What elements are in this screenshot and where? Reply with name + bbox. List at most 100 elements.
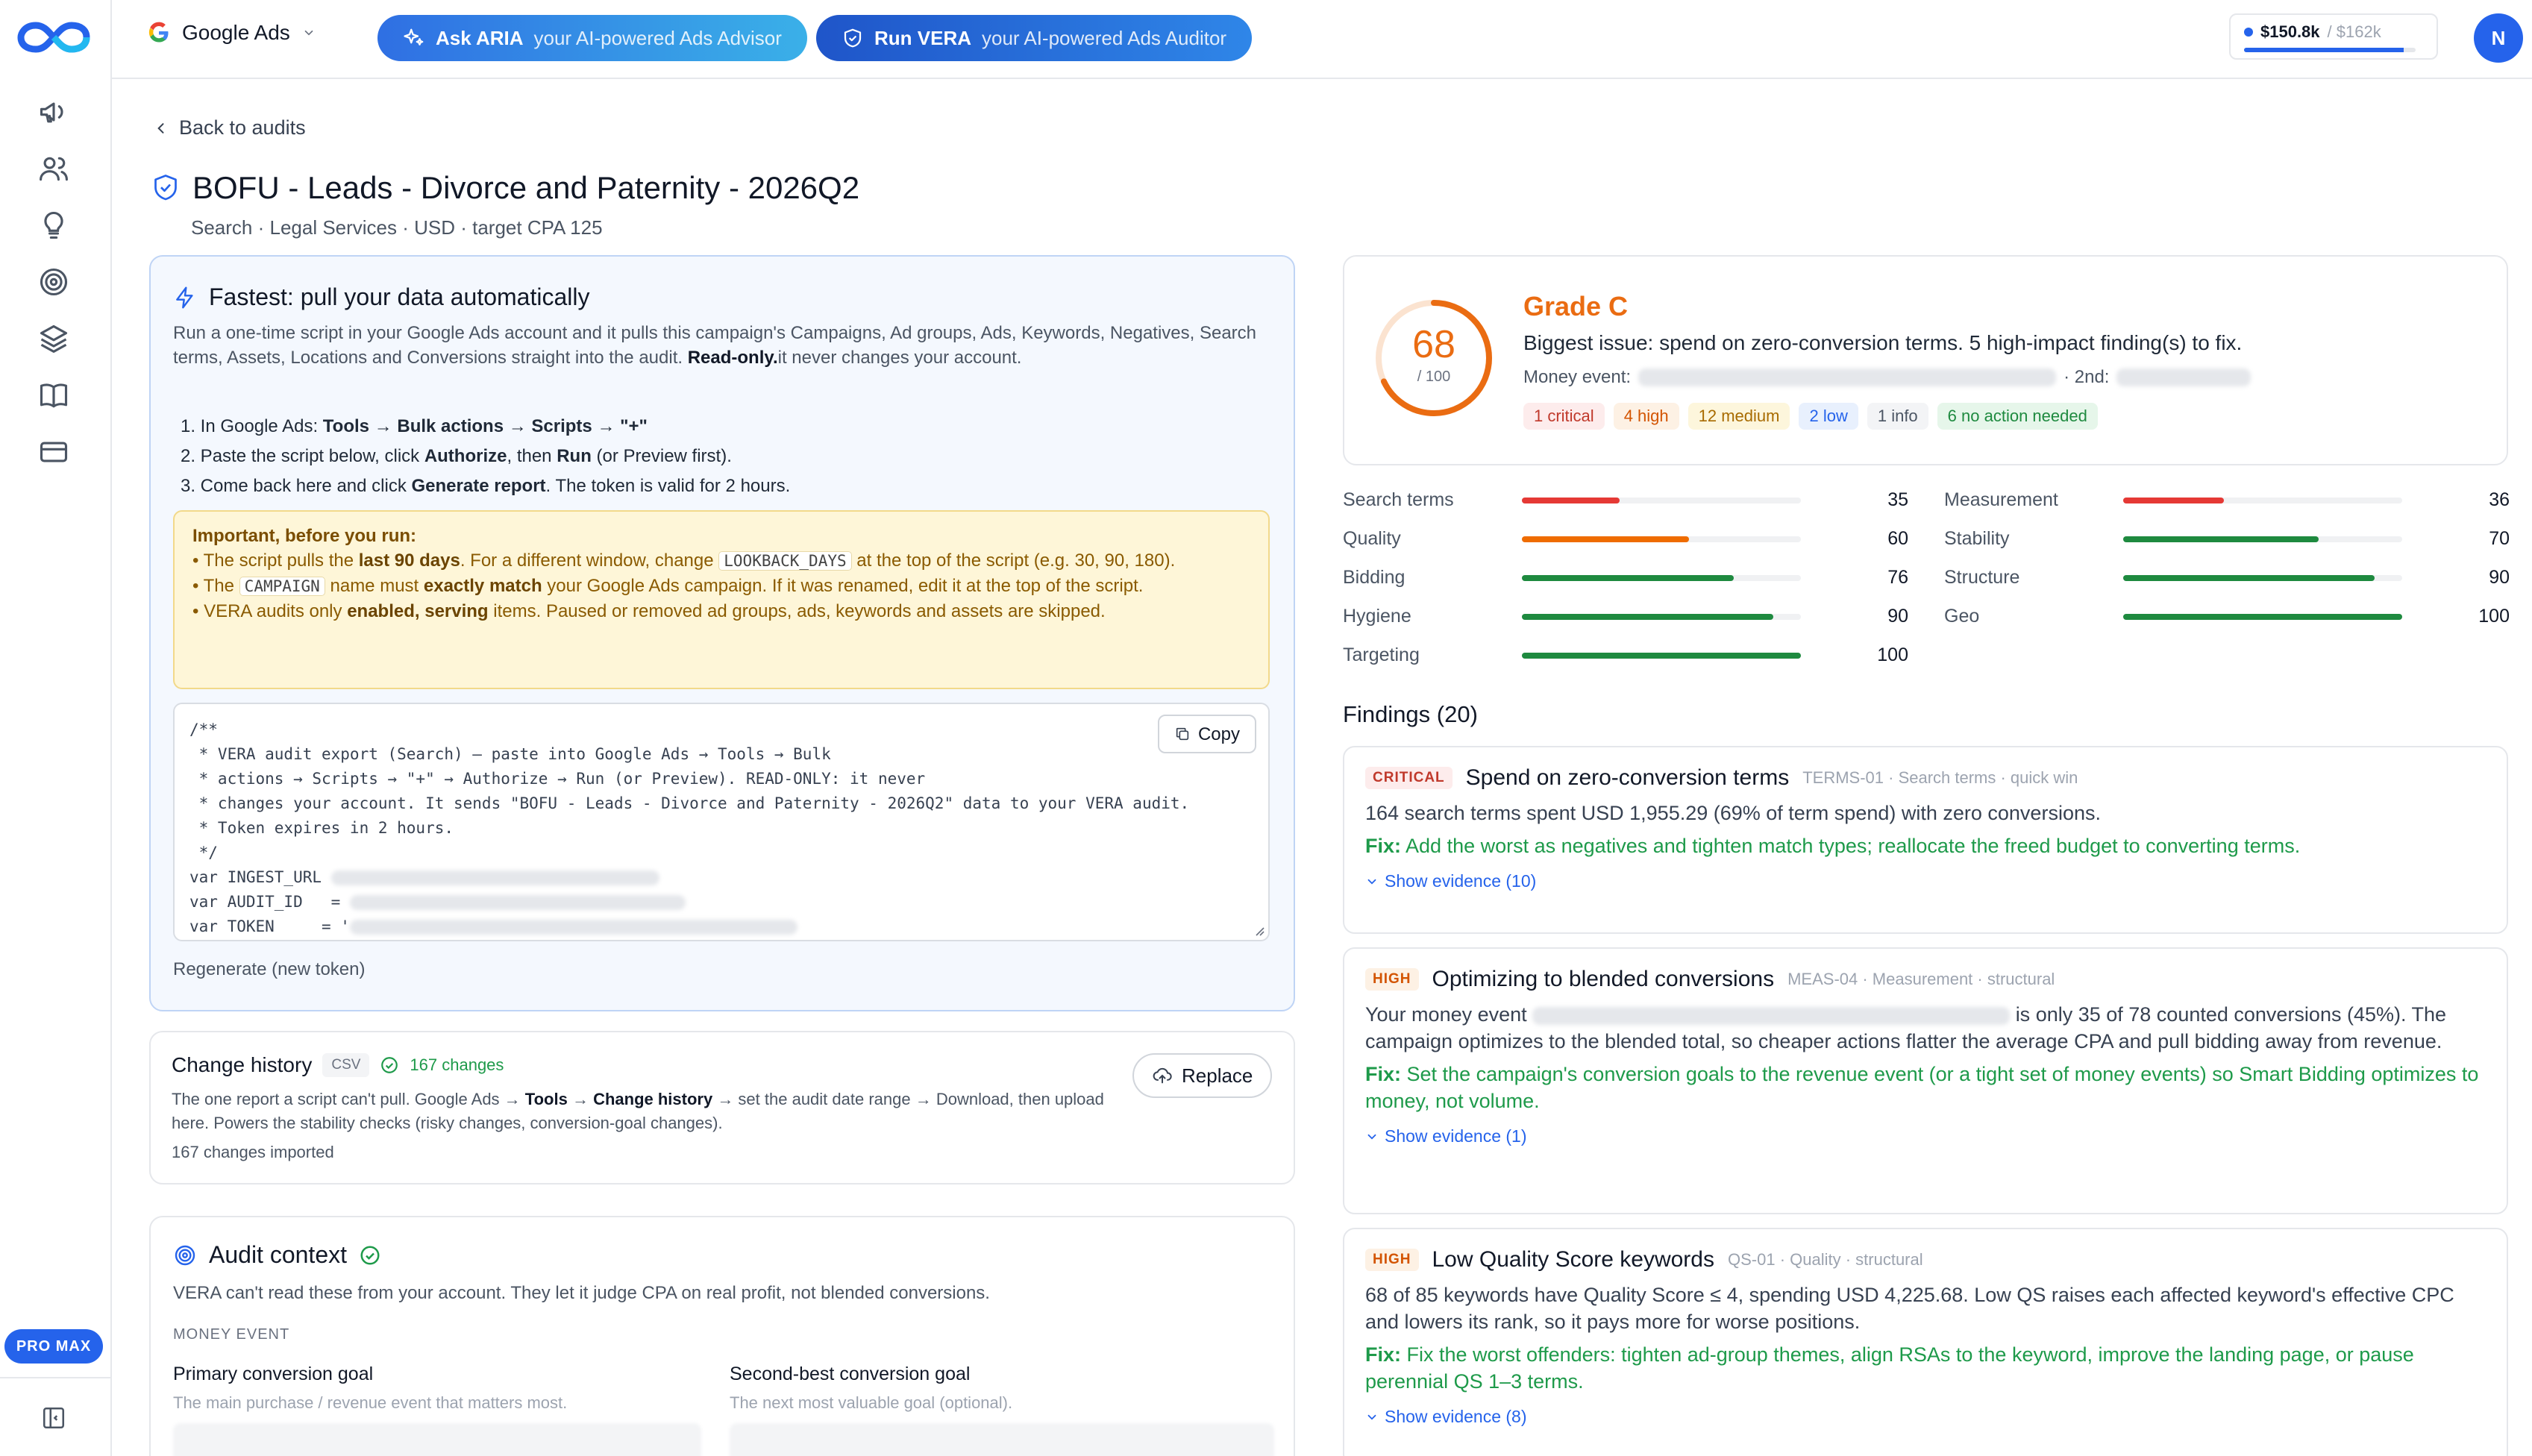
finding-desc: 68 of 85 keywords have Quality Score ≤ 4… bbox=[1365, 1284, 2454, 1333]
page-title-row: BOFU - Leads - Divorce and Paternity - 2… bbox=[152, 170, 859, 206]
finding-card[interactable]: HIGH Low Quality Score keywords QS-01 · … bbox=[1343, 1228, 2508, 1456]
budget-text: $150.8k / $162k bbox=[2244, 22, 2423, 42]
score-track bbox=[1522, 613, 1801, 620]
finding-fix: Fix: Fix the worst offenders: tighten ad… bbox=[1365, 1343, 2414, 1393]
audit-context-card: Audit context VERA can't read these from… bbox=[149, 1216, 1295, 1456]
platform-selector[interactable]: Google Ads bbox=[148, 21, 316, 45]
category-score-row: Structure 90 bbox=[1944, 567, 2510, 589]
shield-check-icon bbox=[844, 28, 862, 48]
chevron-down-icon bbox=[1367, 879, 1376, 885]
auto-pull-intro: Run a one-time script in your Google Ads… bbox=[173, 321, 1270, 370]
category-value: 36 bbox=[2489, 489, 2510, 510]
category-label: Bidding bbox=[1343, 567, 1406, 588]
score-fill bbox=[2123, 613, 2402, 620]
infinity-logo-icon[interactable] bbox=[16, 19, 91, 55]
category-value: 35 bbox=[1887, 489, 1908, 510]
finding-card[interactable]: CRITICAL Spend on zero-conversion terms … bbox=[1343, 746, 2508, 934]
finding-card[interactable]: HIGH Optimizing to blended conversions M… bbox=[1343, 947, 2508, 1214]
megaphone-icon[interactable] bbox=[37, 95, 70, 128]
redacted-value bbox=[1638, 368, 2057, 386]
finding-meta: QS-01 · Quality · structural bbox=[1728, 1250, 1923, 1269]
replace-button[interactable]: Replace bbox=[1132, 1053, 1273, 1098]
severity-badge: HIGH bbox=[1365, 1249, 1419, 1271]
shield-check-icon bbox=[154, 175, 177, 201]
redacted-value bbox=[349, 920, 797, 935]
notice-item-campaign: • The CAMPAIGN name must exactly match y… bbox=[192, 576, 1144, 596]
step-2: 2. Paste the script below, click Authori… bbox=[181, 446, 732, 466]
chevron-down-icon bbox=[1367, 1414, 1376, 1420]
lightning-icon bbox=[176, 286, 193, 309]
category-value: 76 bbox=[1887, 567, 1908, 588]
category-label: Geo bbox=[1944, 606, 1980, 627]
back-to-audits-link[interactable]: Back to audits bbox=[154, 116, 306, 139]
credit-card-icon[interactable] bbox=[37, 436, 70, 468]
changes-count: 167 changes bbox=[410, 1055, 504, 1074]
notice-item-lookback: • The script pulls the last 90 days. For… bbox=[192, 550, 1176, 571]
secondary-goal-help: The next most valuable goal (optional). bbox=[730, 1393, 1013, 1412]
score-track bbox=[1522, 574, 1801, 581]
book-icon[interactable] bbox=[37, 379, 70, 412]
category-value: 70 bbox=[2489, 528, 2510, 549]
budget-dot bbox=[2244, 28, 2253, 37]
budget-limit: $162k bbox=[2336, 22, 2381, 41]
show-evidence-link[interactable]: Show evidence (10) bbox=[1365, 871, 2486, 891]
google-g-icon bbox=[148, 22, 169, 43]
show-evidence-link[interactable]: Show evidence (1) bbox=[1365, 1126, 2486, 1146]
score-fill bbox=[1522, 613, 1773, 620]
important-notice: Important, before you run: • The script … bbox=[173, 510, 1270, 689]
layers-icon[interactable] bbox=[37, 322, 70, 355]
aria-name: Ask ARIA bbox=[436, 26, 524, 49]
score-track bbox=[1522, 652, 1801, 659]
score-max: / 100 bbox=[1417, 368, 1451, 385]
code-line: * Token expires in 2 hours. bbox=[189, 819, 454, 837]
secondary-goal-select[interactable] bbox=[730, 1423, 1274, 1456]
primary-goal-select[interactable] bbox=[173, 1423, 701, 1456]
vera-subtitle: your AI-powered Ads Auditor bbox=[982, 26, 1227, 49]
chevron-left-icon bbox=[157, 122, 164, 134]
avatar[interactable]: N bbox=[2474, 13, 2523, 63]
code-line-token: var TOKEN = ' bbox=[189, 914, 1253, 939]
aria-subtitle: your AI-powered Ads Advisor bbox=[533, 26, 782, 49]
show-evidence-link[interactable]: Show evidence (8) bbox=[1365, 1407, 2486, 1427]
redacted-value bbox=[2116, 368, 2251, 386]
redacted-value bbox=[349, 895, 686, 910]
steps-list: 1. In Google Ads: Tools → Bulk actions →… bbox=[181, 412, 1270, 501]
target-icon[interactable] bbox=[37, 266, 70, 298]
score-track bbox=[2123, 574, 2402, 581]
budget-meter[interactable]: $150.8k / $162k bbox=[2229, 13, 2438, 60]
category-score-row: Bidding 76 bbox=[1343, 567, 1908, 589]
run-vera-button[interactable]: Run VERA your AI-powered Ads Auditor bbox=[816, 15, 1253, 61]
plan-badge[interactable]: PRO MAX bbox=[4, 1329, 103, 1364]
finding-fix: Fix: Add the worst as negatives and tigh… bbox=[1365, 835, 2301, 857]
lightbulb-icon[interactable] bbox=[37, 209, 70, 242]
score-fill bbox=[1522, 652, 1801, 659]
category-score-row: Search terms 35 bbox=[1343, 489, 1908, 511]
ask-aria-button[interactable]: Ask ARIA your AI-powered Ads Advisor bbox=[377, 15, 807, 61]
category-value: 90 bbox=[1887, 606, 1908, 627]
change-history-desc: The one report a script can't pull. Goog… bbox=[172, 1090, 1104, 1132]
secondary-goal-label: Second-best conversion goal bbox=[730, 1364, 971, 1384]
script-code-box[interactable]: /** * VERA audit export (Search) — paste… bbox=[173, 703, 1270, 941]
check-circle-icon bbox=[381, 1057, 398, 1073]
score-value: 68 bbox=[1412, 323, 1455, 366]
notice-item-enabled: • VERA audits only enabled, serving item… bbox=[192, 601, 1106, 621]
second-event-label: · 2nd: bbox=[2063, 367, 2110, 387]
score-fill bbox=[1522, 536, 1690, 542]
score-track bbox=[2123, 536, 2402, 542]
step-1: 1. In Google Ads: Tools → Bulk actions →… bbox=[181, 416, 648, 436]
users-icon[interactable] bbox=[37, 152, 70, 185]
severity-chip: 1 info bbox=[1867, 403, 1928, 430]
score-track bbox=[1522, 536, 1801, 542]
collapse-sidebar-icon[interactable] bbox=[41, 1405, 66, 1431]
category-value: 100 bbox=[1877, 644, 1908, 665]
severity-chip: 12 medium bbox=[1688, 403, 1790, 430]
regenerate-token-link[interactable]: Regenerate (new token) bbox=[173, 959, 365, 980]
redacted-value bbox=[1532, 1006, 2011, 1025]
sidebar: PRO MAX bbox=[0, 0, 112, 1456]
category-score-row: Stability 70 bbox=[1944, 528, 2510, 550]
copy-button[interactable]: Copy bbox=[1157, 715, 1256, 753]
category-label: Measurement bbox=[1944, 489, 2058, 510]
resize-handle-icon[interactable] bbox=[1252, 923, 1265, 937]
target-icon bbox=[175, 1245, 195, 1265]
notice-title: Important, before you run: bbox=[192, 526, 416, 546]
